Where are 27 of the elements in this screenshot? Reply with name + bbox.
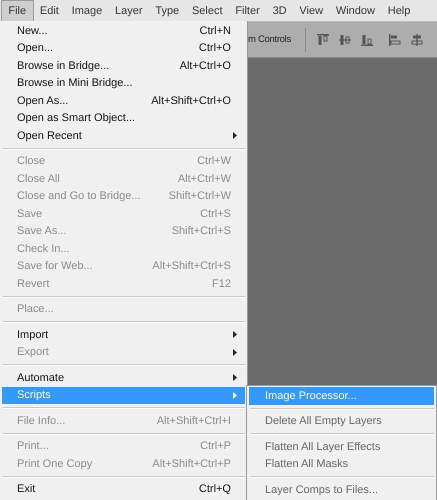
menu-item[interactable]: Open... Ctrl+O <box>2 40 245 57</box>
menu-item[interactable]: Import <box>2 326 245 344</box>
menu-bar-item[interactable]: Select <box>186 0 229 21</box>
menu-bar-item[interactable]: Type <box>148 0 186 21</box>
menu-bar-item[interactable]: Window <box>329 0 382 21</box>
align-center-icon[interactable] <box>410 32 424 46</box>
menu-item[interactable]: Browse in Mini Bridge... <box>2 74 245 92</box>
menu-bar-item[interactable]: View <box>293 0 330 21</box>
menu-bar-item[interactable]: Filter <box>228 0 266 21</box>
menu-item[interactable]: Open As... Alt+Shift+Ctrl+O <box>2 92 245 110</box>
menu-item[interactable]: Exit Ctrl+Q <box>2 480 245 498</box>
menu-bar-item[interactable]: 3D <box>266 0 294 21</box>
menu-bar-item[interactable]: Edit <box>34 0 66 21</box>
options-label: m Controls <box>248 34 291 45</box>
menu-bar-item[interactable]: Image <box>65 0 109 21</box>
align-left-icon[interactable] <box>388 32 402 46</box>
menu-item[interactable]: New... Ctrl+N <box>2 22 245 40</box>
align-middle-icon[interactable] <box>338 32 352 46</box>
menu-bar-item[interactable]: Help <box>381 0 417 21</box>
menu-item[interactable]: Open as Smart Object... <box>2 110 245 127</box>
align-bottom-icon[interactable] <box>360 32 374 46</box>
menu-item[interactable]: Browse in Bridge... Alt+Ctrl+O <box>2 57 245 74</box>
menu-item[interactable]: Automate <box>2 369 245 386</box>
menu-bar-item[interactable]: Layer <box>108 0 149 21</box>
menu-item[interactable]: Open Recent <box>2 127 245 144</box>
menu-bar-item[interactable]: File <box>1 0 34 21</box>
align-top-icon[interactable] <box>316 32 330 46</box>
